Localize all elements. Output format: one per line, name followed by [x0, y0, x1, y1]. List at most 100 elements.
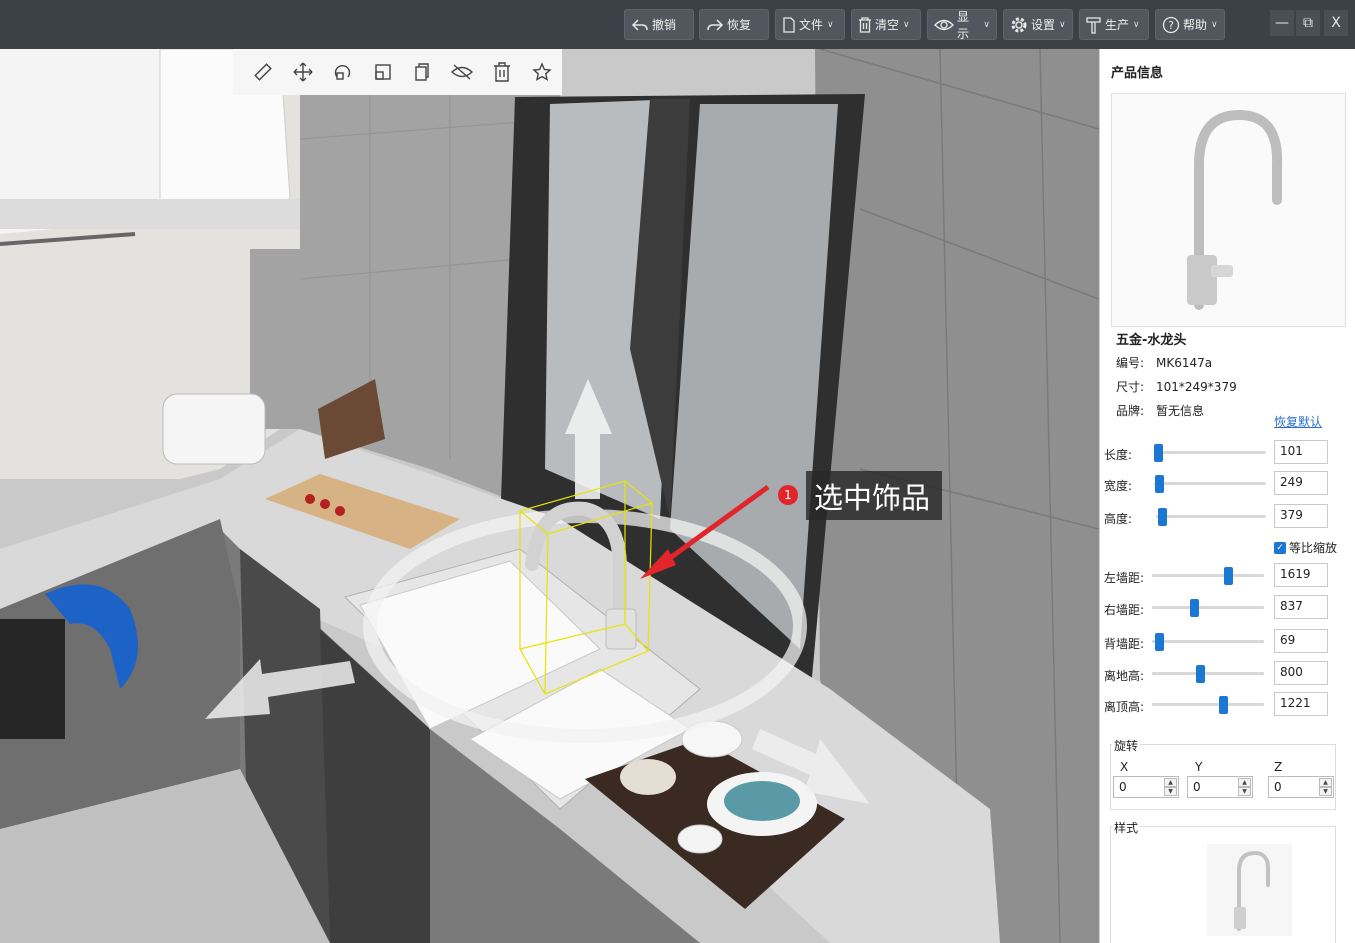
scene-viewport[interactable]: 1 选中饰品: [0, 49, 1099, 943]
rot-x-spinbox[interactable]: 0 ▲ ▼: [1113, 776, 1179, 798]
height-slider[interactable]: [1156, 508, 1266, 526]
left-wall-slider-thumb[interactable]: [1224, 567, 1234, 585]
floor-height-label: 离地高:: [1104, 669, 1145, 683]
undo-button[interactable]: 撤销: [624, 9, 694, 40]
move-tool-button[interactable]: [283, 52, 323, 92]
proportional-scale-checkbox[interactable]: ✓ 等比缩放: [1274, 539, 1337, 556]
height-slider-thumb[interactable]: [1158, 508, 1168, 526]
rotate-icon: [334, 65, 350, 80]
brand-label: 品牌:: [1116, 404, 1145, 418]
floor-height-slider-thumb[interactable]: [1196, 665, 1206, 683]
ceiling-distance-slider[interactable]: [1152, 696, 1264, 714]
panel-title: 产品信息: [1111, 66, 1164, 81]
help-label: 帮助: [1183, 18, 1208, 32]
production-label: 生产: [1105, 18, 1130, 32]
right-wall-slider-thumb[interactable]: [1190, 599, 1200, 617]
width-label: 宽度:: [1104, 479, 1133, 493]
style-title: 样式: [1112, 819, 1141, 836]
ceiling-distance-slider-thumb[interactable]: [1218, 696, 1228, 714]
trash-icon: [859, 16, 871, 33]
width-slider[interactable]: [1154, 475, 1266, 493]
redo-button[interactable]: 恢复: [699, 9, 769, 40]
file-menu-button[interactable]: 文件 ∨: [775, 9, 845, 40]
length-slider[interactable]: [1154, 444, 1266, 462]
move-icon: [293, 62, 313, 82]
restore-window-button[interactable]: ⧉: [1296, 10, 1320, 36]
hide-tool-button[interactable]: [442, 52, 482, 92]
left-wall-slider-row: 左墙距: 1619: [1104, 563, 1344, 589]
scale-tool-button[interactable]: [363, 52, 403, 92]
floor-height-slider[interactable]: [1152, 665, 1264, 683]
right-wall-slider[interactable]: [1152, 599, 1264, 617]
redo-label: 恢复: [727, 18, 752, 32]
width-slider-row: 宽度: 249: [1104, 471, 1344, 497]
minimize-button[interactable]: —: [1270, 10, 1294, 36]
chevron-down-icon: ∨: [1133, 19, 1140, 30]
chevron-down-icon: ∨: [983, 19, 990, 30]
rot-z-label: Z: [1274, 760, 1283, 774]
product-preview-image: [1111, 93, 1346, 327]
product-brand-row: 品牌: 暂无信息: [1116, 402, 1204, 419]
width-slider-thumb[interactable]: [1155, 475, 1165, 493]
restore-default-link[interactable]: 恢复默认: [1274, 413, 1322, 430]
faucet-style-icon: [1233, 850, 1270, 931]
help-menu-button[interactable]: ? 帮助 ∨: [1155, 9, 1225, 40]
display-label: 显示: [957, 9, 970, 41]
delete-tool-button[interactable]: [482, 52, 522, 92]
rot-z-value: 0: [1274, 780, 1282, 794]
undo-label: 撤销: [652, 18, 677, 32]
length-slider-thumb[interactable]: [1154, 444, 1163, 462]
right-wall-input[interactable]: 837: [1274, 595, 1328, 619]
clear-label: 清空: [875, 18, 900, 32]
back-wall-label: 背墙距:: [1104, 637, 1145, 651]
clear-menu-button[interactable]: 清空 ∨: [851, 9, 921, 40]
spin-up-icon[interactable]: ▲: [1319, 778, 1332, 787]
settings-menu-button[interactable]: 设置 ∨: [1003, 9, 1073, 40]
ceiling-distance-input[interactable]: 1221: [1274, 692, 1328, 716]
width-input[interactable]: 249: [1274, 471, 1328, 495]
height-input[interactable]: 379: [1274, 504, 1328, 528]
left-wall-slider[interactable]: [1152, 567, 1264, 585]
spin-down-icon[interactable]: ▼: [1319, 787, 1332, 796]
style-option-thumbnail[interactable]: [1207, 844, 1292, 936]
eye-icon: [934, 19, 954, 30]
chevron-down-icon: ∨: [1211, 19, 1218, 30]
faucet-thumbnail: [1186, 109, 1282, 310]
back-wall-slider-thumb[interactable]: [1155, 633, 1165, 651]
undo-icon: [631, 18, 648, 31]
length-input[interactable]: 101: [1274, 440, 1328, 464]
left-wall-input[interactable]: 1619: [1274, 563, 1328, 587]
copy-tool-button[interactable]: [403, 52, 443, 92]
back-wall-input[interactable]: 69: [1274, 629, 1328, 653]
rotate-tool-button[interactable]: [323, 52, 363, 92]
code-value: MK6147a: [1156, 356, 1213, 370]
measure-tool-button[interactable]: [243, 52, 283, 92]
favorite-tool-button[interactable]: [522, 52, 562, 92]
trash-icon: [494, 62, 511, 82]
display-menu-button[interactable]: 显示 ∨: [927, 9, 997, 41]
product-name: 五金-水龙头: [1116, 333, 1187, 348]
chevron-down-icon: ∨: [1059, 19, 1066, 30]
hammer-icon: [1086, 16, 1101, 34]
product-size-row: 尺寸: 101*249*379: [1116, 378, 1237, 395]
back-wall-slider[interactable]: [1152, 633, 1264, 651]
annotation-callout: 选中饰品: [806, 471, 942, 520]
spin-up-icon[interactable]: ▲: [1238, 778, 1251, 787]
spin-up-icon[interactable]: ▲: [1164, 778, 1177, 787]
rot-y-spinbox[interactable]: 0 ▲ ▼: [1187, 776, 1253, 798]
proportional-label: 等比缩放: [1289, 541, 1338, 555]
spin-down-icon[interactable]: ▼: [1164, 787, 1177, 796]
scale-icon: [374, 64, 391, 80]
floor-height-input[interactable]: 800: [1274, 661, 1328, 685]
rotation-title: 旋转: [1112, 737, 1141, 754]
right-wall-slider-row: 右墙距: 837: [1104, 595, 1344, 621]
close-window-button[interactable]: X: [1324, 10, 1348, 36]
title-bar: 撤销 恢复 文件 ∨ 清空 ∨ 显示 ∨ 设置 ∨ 生产 ∨ ? 帮助 ∨ — …: [0, 0, 1355, 49]
step-badge: 1: [778, 485, 798, 505]
size-value: 101*249*379: [1156, 380, 1237, 394]
ruler-icon: [254, 63, 272, 81]
rot-z-spinbox[interactable]: 0 ▲ ▼: [1268, 776, 1334, 798]
length-slider-row: 长度: 101: [1104, 440, 1344, 466]
spin-down-icon[interactable]: ▼: [1238, 787, 1251, 796]
production-menu-button[interactable]: 生产 ∨: [1079, 9, 1149, 40]
